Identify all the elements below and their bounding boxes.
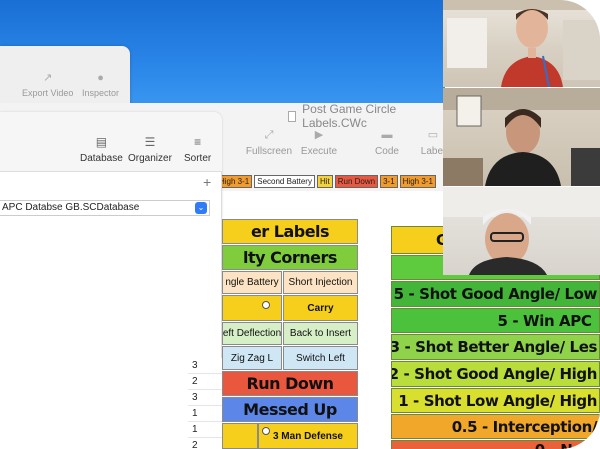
video-tile-participant-1[interactable]	[443, 0, 600, 87]
carry-label: Carry	[307, 302, 334, 314]
outcome-row[interactable]: 1 - Shot Low Angle/ High	[391, 388, 600, 413]
count-cell: 1	[188, 422, 222, 438]
add-button[interactable]: +	[203, 174, 211, 190]
left-deflection-button[interactable]: eft Deflection	[222, 322, 282, 345]
play-icon: ▶	[314, 129, 324, 141]
label-color-strip: High 3-1 Second Battery Hit Run Down 3-1…	[216, 175, 445, 188]
outcome-row[interactable]: 0.5 - Interception/	[391, 414, 600, 439]
count-column: 3 2 3 1 1 2	[188, 358, 222, 449]
yellow-label-button[interactable]	[222, 295, 282, 321]
inspector-button[interactable]: ● Inspector	[82, 72, 119, 98]
outcome-row[interactable]: 5 - Shot Good Angle/ Low	[391, 281, 600, 307]
video-tile-participant-2[interactable]	[443, 88, 600, 186]
label-board: er Labels lty Corners ngle Battery Short…	[222, 219, 358, 449]
single-battery-button[interactable]: ngle Battery	[222, 271, 282, 294]
fullscreen-icon: ⤢	[264, 129, 274, 141]
database-select[interactable]: APC Databse GB.SCDatabase ⌄	[0, 200, 210, 216]
panel-toolbar: ▤ Database ☰ Organizer ≡ Sorter	[0, 112, 222, 172]
carry-button[interactable]: Carry	[283, 295, 358, 321]
share-icon: ↗	[43, 72, 53, 84]
info-icon: ●	[97, 72, 104, 84]
video-tile-participant-3[interactable]	[443, 187, 600, 275]
export-video-button[interactable]: ↗ Export Video	[22, 72, 73, 98]
sorter-icon: ≡	[194, 135, 202, 149]
organizer-button[interactable]: ☰ Organizer	[128, 136, 172, 164]
outcome-row[interactable]: 2 - Shot Good Angle/ High	[391, 361, 600, 387]
screen: ↗ Export Video ● Inspector Post Game Cir…	[0, 0, 600, 449]
board-header-corners[interactable]: lty Corners	[222, 245, 358, 270]
board-header-labels[interactable]: er Labels	[222, 219, 358, 244]
database-select-value: APC Databse GB.SCDatabase	[2, 202, 140, 213]
run-down-button[interactable]: Run Down	[222, 371, 358, 396]
database-button[interactable]: ▤ Database	[80, 136, 123, 164]
zig-zag-button[interactable]: Zig Zag L	[222, 346, 282, 370]
code-icon: ▬	[381, 129, 393, 141]
switch-left-button[interactable]: Switch Left	[283, 346, 358, 370]
strip-label[interactable]: Hit	[316, 175, 333, 188]
messed-up-button[interactable]: Messed Up	[222, 397, 358, 422]
app-toolbar: ⤢ Fullscreen ▶ Execute ▬ Code ▭ Label	[220, 129, 445, 177]
strip-label[interactable]: 3-1	[380, 175, 398, 188]
count-cell: 3	[188, 358, 222, 374]
database-icon: ▤	[95, 135, 108, 149]
code-button[interactable]: ▬ Code	[362, 129, 412, 157]
participant-1-video	[443, 0, 600, 87]
window-titlebar: Post Game Circle Labels.CWc	[220, 102, 445, 130]
radio-dot-icon[interactable]	[262, 427, 270, 435]
organizer-icon: ☰	[144, 135, 156, 149]
fullscreen-button[interactable]: ⤢ Fullscreen	[244, 129, 294, 157]
window-title: Post Game Circle Labels.CWc	[302, 102, 397, 130]
sorter-button[interactable]: ≡ Sorter	[184, 136, 211, 164]
label-icon: ▭	[427, 129, 439, 141]
count-cell: 3	[188, 390, 222, 406]
count-cell: 2	[188, 438, 222, 449]
three-man-defense-label: 3 Man Defense	[272, 430, 343, 442]
strip-label[interactable]: Second Battery	[254, 175, 315, 188]
count-cell: 2	[188, 374, 222, 390]
short-injection-button[interactable]: Short Injection	[283, 271, 358, 294]
participant-3-video	[443, 187, 600, 275]
strip-label[interactable]: Run Down	[334, 175, 379, 188]
outcome-row[interactable]: 3 - Shot Better Angle/ Les	[391, 334, 600, 360]
outcome-row[interactable]: 5 - Win APC	[391, 308, 600, 333]
count-cell: 1	[188, 406, 222, 422]
back-to-insert-button[interactable]: Back to Insert	[283, 322, 358, 345]
three-man-defense-button[interactable]: 3 Man Defense	[258, 423, 358, 449]
strip-label[interactable]: High 3-1	[399, 175, 436, 188]
yellow-label-button[interactable]	[222, 423, 258, 449]
outcome-row[interactable]: 0 - No T	[391, 440, 600, 449]
execute-button[interactable]: ▶ Execute	[294, 129, 344, 157]
participant-2-video	[443, 88, 600, 186]
chevron-down-icon: ⌄	[195, 202, 207, 214]
radio-dot-icon[interactable]	[262, 301, 270, 309]
document-icon	[288, 110, 297, 122]
